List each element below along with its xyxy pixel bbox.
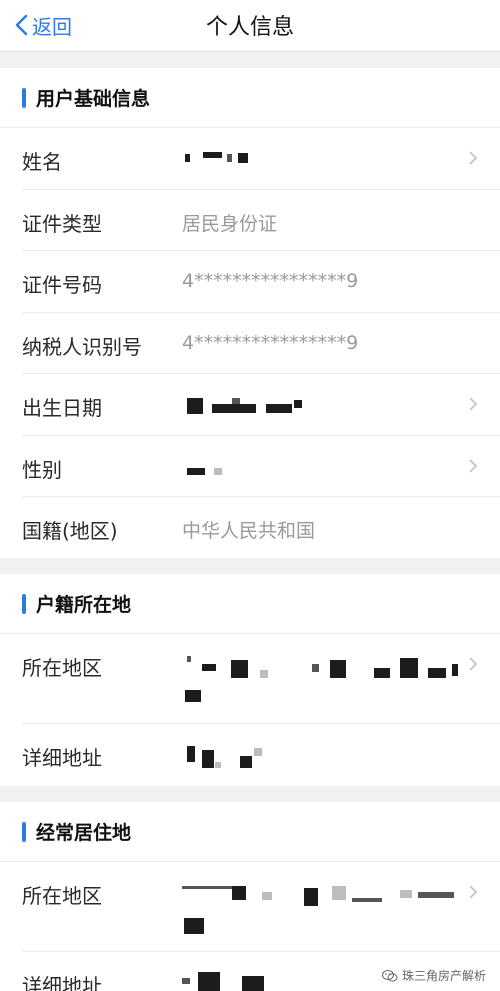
- section-title: 经常居住地: [36, 822, 132, 844]
- row-residence-region[interactable]: 所在地区: [22, 862, 500, 952]
- row-label: 证件类型: [22, 211, 102, 236]
- redaction: [262, 892, 272, 900]
- row-label: 姓名: [22, 150, 62, 174]
- row-value: 4****************9: [182, 331, 359, 354]
- section-habitual-residence: 经常居住地 所在地区 详细地址: [0, 802, 500, 991]
- redaction: [214, 467, 222, 475]
- row-label: 出生日期: [22, 396, 102, 420]
- page-title: 个人信息: [205, 15, 294, 40]
- redaction: [227, 154, 232, 162]
- redaction: [187, 746, 195, 762]
- section-header: 用户基础信息: [0, 68, 500, 128]
- redaction: [232, 886, 246, 900]
- chevron-right-icon: [469, 657, 478, 671]
- redaction: [185, 154, 190, 162]
- row-value: 中华人民共和国: [182, 520, 316, 542]
- redaction: [400, 890, 412, 898]
- nav-bar: 返回 个人信息: [0, 0, 500, 52]
- chevron-right-icon: [469, 458, 478, 473]
- row-id-type: 证件类型 居民身份证: [22, 190, 500, 251]
- redaction: [312, 664, 319, 672]
- row-gender[interactable]: 性别: [22, 436, 500, 497]
- section-header: 经常居住地: [0, 802, 500, 862]
- section-accent-bar: [22, 87, 26, 108]
- row-name[interactable]: 姓名: [22, 128, 500, 190]
- section-title: 户籍所在地: [36, 594, 132, 616]
- redaction: [238, 153, 248, 163]
- redaction: [332, 886, 346, 900]
- section-household-registration: 户籍所在地 所在地区 详细地址: [0, 574, 500, 786]
- chevron-right-icon: [469, 397, 478, 411]
- redaction: [400, 658, 418, 678]
- redaction: [182, 886, 238, 889]
- redaction: [330, 660, 346, 678]
- redaction: [202, 664, 216, 671]
- section-accent-bar: [22, 593, 26, 614]
- redaction: [266, 404, 292, 413]
- redaction: [242, 976, 264, 991]
- redaction: [203, 152, 222, 158]
- row-label: 性别: [22, 457, 62, 482]
- chevron-right-icon: [469, 151, 478, 165]
- redaction: [304, 888, 318, 906]
- redaction: [187, 467, 205, 475]
- row-id-number: 证件号码 4****************9: [22, 251, 500, 313]
- redaction: [187, 398, 203, 414]
- row-household-address[interactable]: 详细地址: [22, 724, 500, 786]
- watermark-text: 珠三角房产解析: [401, 969, 486, 983]
- wechat-icon: [381, 969, 398, 982]
- redaction: [240, 756, 252, 768]
- section-header: 户籍所在地: [0, 574, 500, 634]
- row-label: 详细地址: [22, 746, 102, 770]
- section-basic-info: 用户基础信息 姓名 证件类型 居民身份证 证件号码 4*************…: [0, 68, 500, 558]
- row-value: 居民身份证: [182, 212, 278, 235]
- row-label: 所在地区: [22, 884, 102, 908]
- watermark: 珠三角房产解析: [377, 966, 490, 985]
- redaction: [215, 762, 221, 768]
- redaction: [452, 664, 458, 676]
- redaction: [374, 668, 390, 678]
- redaction: [294, 400, 302, 408]
- redaction: [352, 898, 382, 902]
- row-label: 所在地区: [22, 656, 102, 680]
- redaction: [232, 398, 240, 404]
- section-accent-bar: [22, 821, 26, 842]
- row-label: 纳税人识别号: [22, 334, 142, 359]
- chevron-right-icon: [469, 885, 478, 899]
- section-title: 用户基础信息: [36, 88, 151, 110]
- redaction: [260, 670, 268, 678]
- row-tax-id: 纳税人识别号 4****************9: [22, 313, 500, 374]
- redaction: [184, 918, 204, 934]
- redaction: [185, 690, 201, 702]
- row-birth-date[interactable]: 出生日期: [22, 374, 500, 436]
- row-nationality: 国籍(地区) 中华人民共和国: [22, 497, 500, 559]
- row-household-region[interactable]: 所在地区: [22, 634, 500, 724]
- redaction: [428, 668, 446, 678]
- row-label: 证件号码: [22, 273, 102, 297]
- row-label: 详细地址: [22, 974, 102, 991]
- redaction: [212, 404, 256, 413]
- redaction: [202, 750, 214, 768]
- row-label: 国籍(地区): [22, 519, 118, 543]
- redaction: [187, 656, 191, 662]
- row-value: 4****************9: [182, 270, 359, 292]
- redaction: [254, 748, 262, 756]
- redaction: [418, 892, 454, 898]
- redaction: [231, 660, 248, 678]
- redaction: [198, 972, 220, 991]
- redaction: [182, 978, 190, 984]
